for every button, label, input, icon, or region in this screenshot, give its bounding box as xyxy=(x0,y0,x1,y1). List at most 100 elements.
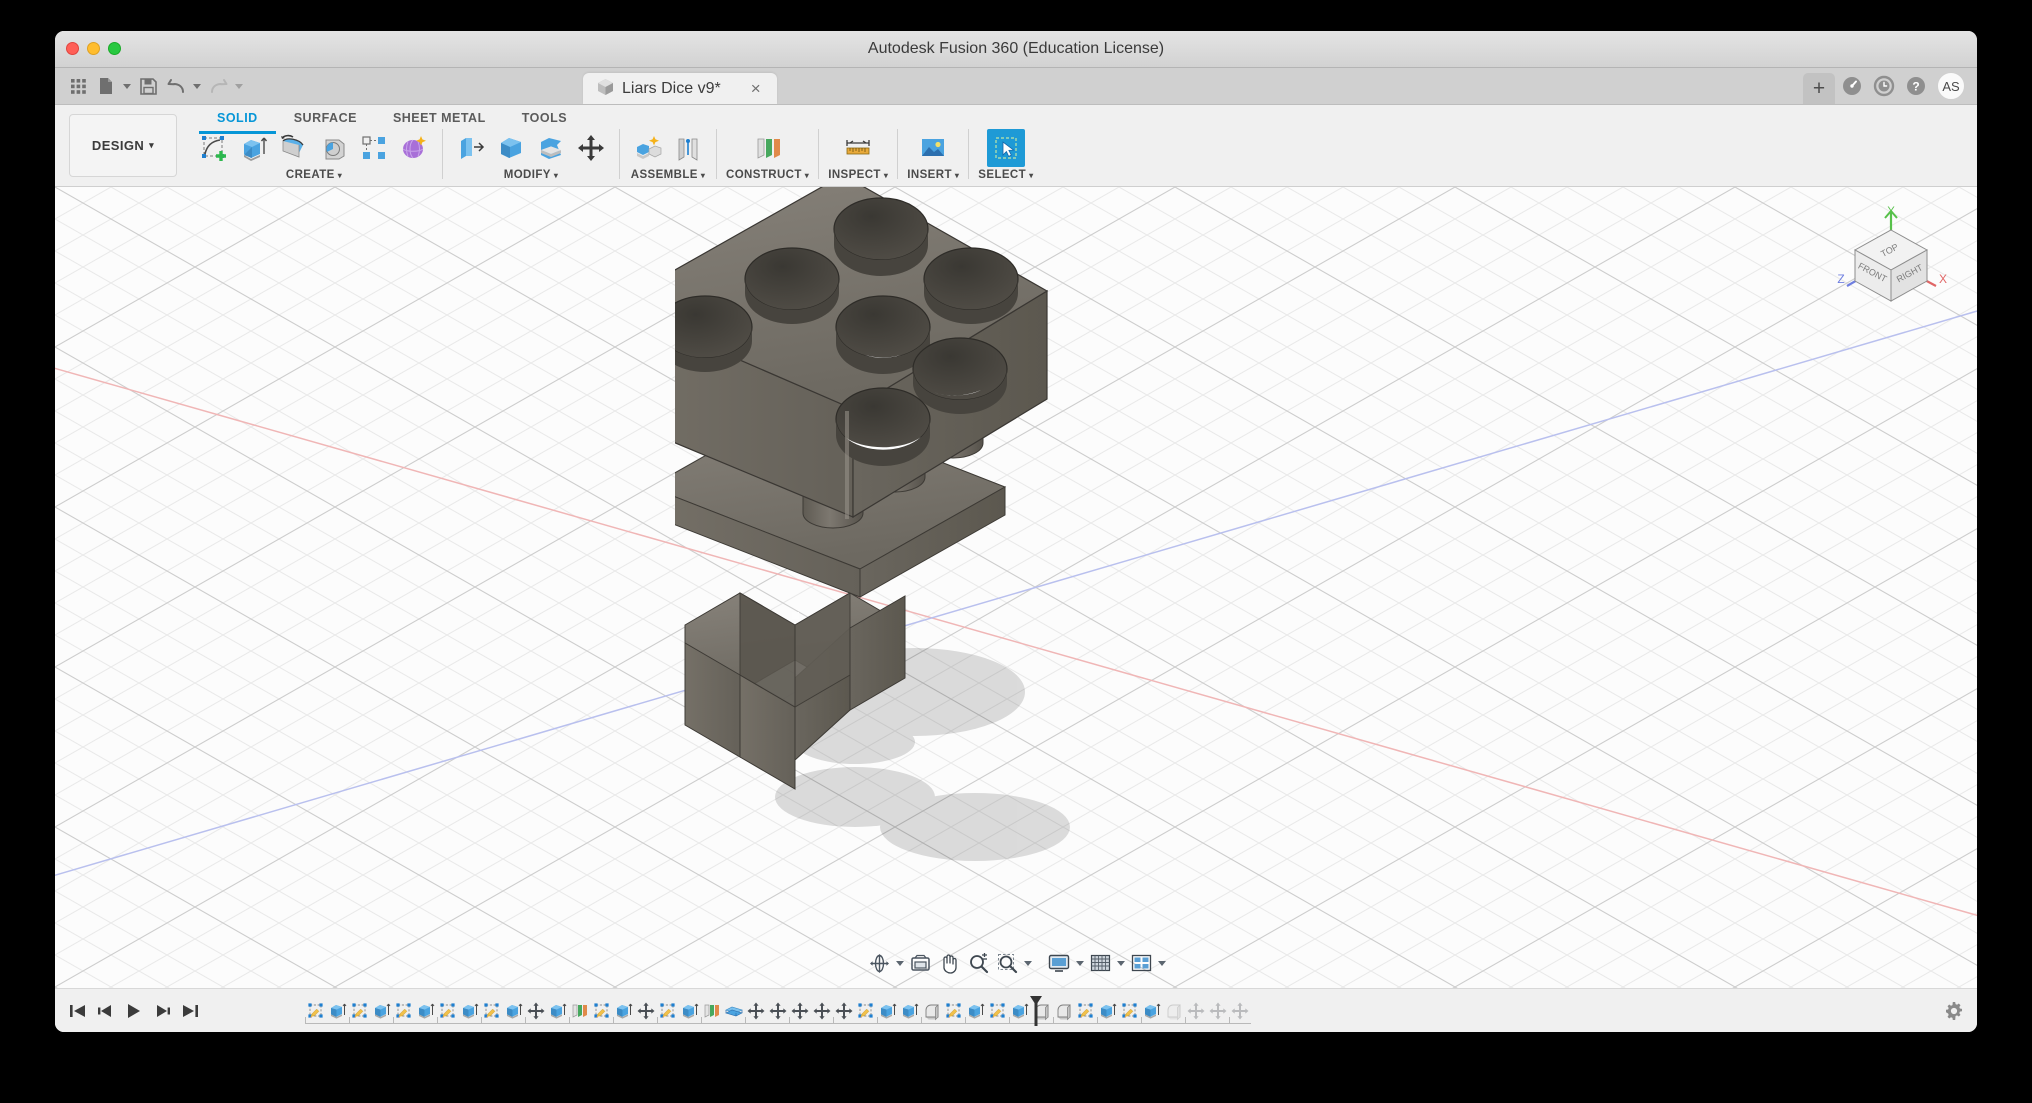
timeline-feature-move[interactable] xyxy=(525,998,547,1024)
timeline-feature-plane[interactable] xyxy=(569,998,591,1024)
timeline-feature-extrude[interactable] xyxy=(877,998,899,1024)
combine-icon[interactable] xyxy=(532,129,570,167)
timeline-track[interactable] xyxy=(215,989,1931,1033)
joint-icon[interactable] xyxy=(669,129,707,167)
panel-modify-label[interactable]: MODIFY▾ xyxy=(504,169,559,181)
timeline-feature-extrude[interactable] xyxy=(503,998,525,1024)
timeline-feature-sketch[interactable] xyxy=(305,998,327,1024)
zoom-window-caret-icon[interactable] xyxy=(1022,949,1033,977)
panel-assemble-label[interactable]: ASSEMBLE▾ xyxy=(631,169,706,181)
orbit-icon[interactable] xyxy=(865,949,893,977)
monitor-icon[interactable] xyxy=(1045,949,1073,977)
timeline-feature-fillet[interactable] xyxy=(1163,998,1185,1024)
orbit-caret-icon[interactable] xyxy=(894,949,905,977)
viewports-caret-icon[interactable] xyxy=(1156,949,1167,977)
extrude-icon[interactable] xyxy=(235,129,273,167)
timeline-feature-fillet[interactable] xyxy=(1031,998,1053,1024)
grid-icon[interactable] xyxy=(1086,949,1114,977)
timeline-feature-extrude[interactable] xyxy=(899,998,921,1024)
document-tab[interactable]: Liars Dice v9* × xyxy=(583,73,777,104)
timeline-feature-extrude[interactable] xyxy=(415,998,437,1024)
move-icon[interactable] xyxy=(572,129,610,167)
avatar[interactable]: AS xyxy=(1937,72,1965,100)
undo-caret-icon[interactable] xyxy=(191,73,203,99)
timeline-feature-move[interactable] xyxy=(789,998,811,1024)
play-icon[interactable] xyxy=(125,1000,143,1022)
redo-caret-icon[interactable] xyxy=(233,73,245,99)
new-file-icon[interactable] xyxy=(93,73,119,99)
timeline-feature-sketch[interactable] xyxy=(393,998,415,1024)
timeline-feature-extrude[interactable] xyxy=(327,998,349,1024)
panel-select-label[interactable]: SELECT▾ xyxy=(978,169,1033,181)
model-liars-dice[interactable] xyxy=(675,187,1255,907)
new-file-caret-icon[interactable] xyxy=(121,73,133,99)
timeline-feature-offset[interactable] xyxy=(723,998,745,1024)
timeline-feature-sketch[interactable] xyxy=(591,998,613,1024)
timeline-feature-move[interactable] xyxy=(745,998,767,1024)
panel-insert-label[interactable]: INSERT▾ xyxy=(907,169,959,181)
offset-plane-icon[interactable] xyxy=(749,129,787,167)
timeline-feature-move[interactable] xyxy=(767,998,789,1024)
dashboard-icon[interactable] xyxy=(1837,71,1867,101)
timeline-feature-move[interactable] xyxy=(635,998,657,1024)
clock-icon[interactable] xyxy=(1869,71,1899,101)
step-back-icon[interactable] xyxy=(97,1000,115,1022)
grid-apps-icon[interactable] xyxy=(65,73,91,99)
timeline-feature-fillet[interactable] xyxy=(921,998,943,1024)
timeline-feature-extrude[interactable] xyxy=(679,998,701,1024)
redo-icon[interactable] xyxy=(205,73,231,99)
timeline-feature-sketch[interactable] xyxy=(657,998,679,1024)
new-component-icon[interactable] xyxy=(629,129,667,167)
timeline-feature-sketch[interactable] xyxy=(987,998,1009,1024)
timeline-feature-sketch[interactable] xyxy=(943,998,965,1024)
cursor-select-icon[interactable] xyxy=(987,129,1025,167)
panel-create-label[interactable]: CREATE▾ xyxy=(286,169,342,181)
timeline-feature-move[interactable] xyxy=(833,998,855,1024)
pattern-icon[interactable] xyxy=(355,129,393,167)
timeline-feature-fillet[interactable] xyxy=(1053,998,1075,1024)
zoom-icon[interactable] xyxy=(964,949,992,977)
grid-caret-icon[interactable] xyxy=(1115,949,1126,977)
undo-icon[interactable] xyxy=(163,73,189,99)
skip-start-icon[interactable] xyxy=(69,1000,87,1022)
view-cube[interactable]: Y Z X TOP FRONT RIGHT xyxy=(1831,205,1951,310)
step-forward-icon[interactable] xyxy=(153,1000,171,1022)
timeline-feature-extrude[interactable] xyxy=(1009,998,1031,1024)
sketch-icon[interactable] xyxy=(195,129,233,167)
panel-inspect-label[interactable]: INSPECT▾ xyxy=(828,169,888,181)
measure-icon[interactable] xyxy=(839,129,877,167)
timeline-feature-sketch[interactable] xyxy=(1119,998,1141,1024)
timeline-feature-move[interactable] xyxy=(1185,998,1207,1024)
timeline-feature-extrude[interactable] xyxy=(371,998,393,1024)
revolve-icon[interactable] xyxy=(275,129,313,167)
timeline-feature-sketch[interactable] xyxy=(481,998,503,1024)
sweep-icon[interactable] xyxy=(315,129,353,167)
image-icon[interactable] xyxy=(914,129,952,167)
timeline-feature-move[interactable] xyxy=(811,998,833,1024)
timeline-feature-move[interactable] xyxy=(1229,998,1251,1024)
timeline-feature-extrude[interactable] xyxy=(547,998,569,1024)
form-icon[interactable] xyxy=(395,129,433,167)
close-icon[interactable]: × xyxy=(751,80,761,97)
timeline-feature-sketch[interactable] xyxy=(855,998,877,1024)
timeline-feature-extrude[interactable] xyxy=(1097,998,1119,1024)
timeline-feature-sketch[interactable] xyxy=(437,998,459,1024)
new-tab-button[interactable]: + xyxy=(1803,73,1835,104)
display-settings-caret-icon[interactable] xyxy=(1074,949,1085,977)
skip-end-icon[interactable] xyxy=(181,1000,199,1022)
help-icon[interactable]: ? xyxy=(1901,71,1931,101)
workspace-selector[interactable]: DESIGN ▾ xyxy=(69,114,177,177)
panel-construct-label[interactable]: CONSTRUCT▾ xyxy=(726,169,809,181)
timeline-feature-plane[interactable] xyxy=(701,998,723,1024)
timeline-feature-move[interactable] xyxy=(1207,998,1229,1024)
save-icon[interactable] xyxy=(135,73,161,99)
timeline-feature-extrude[interactable] xyxy=(459,998,481,1024)
timeline-feature-sketch[interactable] xyxy=(1075,998,1097,1024)
timeline-feature-extrude[interactable] xyxy=(1141,998,1163,1024)
look-at-icon[interactable] xyxy=(906,949,934,977)
timeline-feature-extrude[interactable] xyxy=(613,998,635,1024)
shell-icon[interactable] xyxy=(492,129,530,167)
pan-hand-icon[interactable] xyxy=(935,949,963,977)
gear-icon[interactable] xyxy=(1931,989,1977,1033)
viewports-icon[interactable] xyxy=(1127,949,1155,977)
